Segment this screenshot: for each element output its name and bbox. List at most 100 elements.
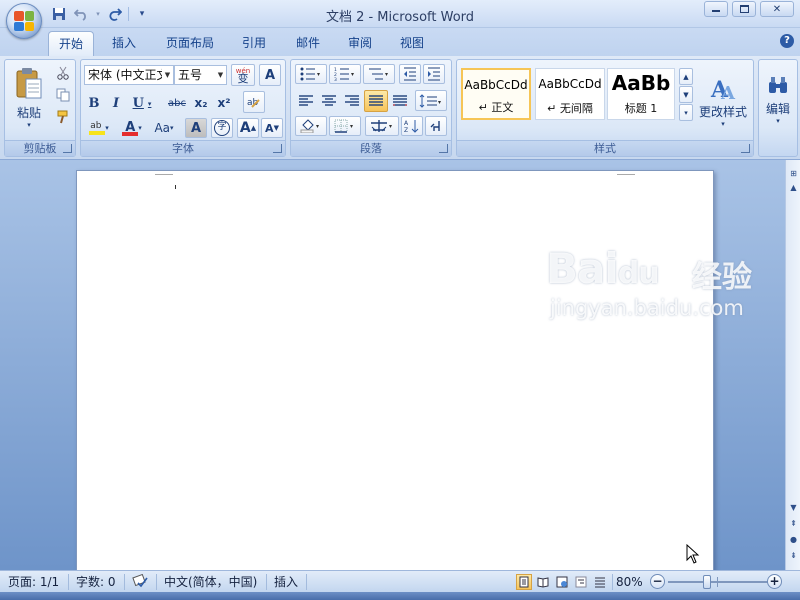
ribbon: 粘贴 ▾ 剪贴板 宋体 (中文正文 ▼ 五号 ▼ wén 变 A B I U ▾… (0, 56, 800, 160)
outline-view-icon[interactable] (573, 574, 589, 590)
align-right-button[interactable] (341, 91, 363, 111)
status-page[interactable]: 页面: 1/1 (8, 574, 59, 590)
styles-scroll-down[interactable]: ▼ (679, 86, 693, 103)
grow-font-button[interactable]: A ▲ (237, 118, 259, 138)
browse-object-icon[interactable]: ● (788, 534, 799, 546)
document-page[interactable] (76, 170, 714, 570)
full-screen-reading-view-icon[interactable] (535, 574, 551, 590)
help-icon[interactable]: ? (780, 34, 794, 48)
shading-button[interactable]: ▾ (295, 116, 327, 136)
style-name: ↵ 正文 (478, 101, 514, 114)
svg-text:▾: ▾ (351, 71, 354, 78)
editing-button[interactable]: 编辑 ▾ (761, 62, 795, 138)
tab-mailings[interactable]: 邮件 (286, 31, 330, 56)
office-button[interactable] (6, 3, 42, 39)
text-cursor (175, 185, 176, 189)
paragraph-launcher-icon[interactable] (439, 144, 448, 153)
print-layout-view-icon[interactable] (516, 574, 532, 590)
align-left-button[interactable] (295, 91, 317, 111)
zoom-out-button[interactable]: − (650, 574, 665, 589)
zoom-slider-thumb[interactable] (702, 575, 711, 589)
styles-launcher-icon[interactable] (741, 144, 750, 153)
status-language[interactable]: 中文(简体，中国) (164, 574, 257, 590)
close-button[interactable]: ✕ (760, 1, 794, 17)
scroll-up-icon[interactable]: ▲ (788, 182, 799, 194)
tab-page-layout[interactable]: 页面布局 (156, 31, 224, 56)
zoom-level[interactable]: 80% (616, 574, 643, 590)
paste-button[interactable]: 粘贴 ▾ (7, 62, 51, 134)
tab-references[interactable]: 引用 (232, 31, 276, 56)
font-name-combo[interactable]: 宋体 (中文正文 ▼ (84, 65, 174, 85)
zoom-in-button[interactable]: + (767, 574, 782, 589)
minimize-button[interactable] (704, 1, 728, 17)
copy-button[interactable] (53, 86, 73, 104)
multilevel-list-button[interactable]: ▾ (363, 64, 395, 84)
format-painter-button[interactable] (53, 108, 73, 126)
tab-insert[interactable]: 插入 (102, 31, 146, 56)
highlight-button[interactable]: ab ▾ (84, 118, 114, 138)
minus-icon: − (652, 574, 663, 588)
ruler-toggle-icon[interactable]: ⊞ (788, 168, 799, 180)
style-sample: AaBb (611, 71, 671, 95)
styles-more[interactable]: ▾ (679, 104, 693, 121)
font-launcher-icon[interactable] (273, 144, 282, 153)
change-case-button[interactable]: Aa ▾ (149, 118, 179, 138)
line-spacing-button[interactable]: ▾ (415, 90, 447, 111)
style-item-normal[interactable]: AaBbCcDd ↵ 正文 (461, 68, 531, 120)
align-left-icon (299, 95, 313, 106)
cut-button[interactable] (53, 64, 73, 82)
bold-button[interactable]: B (84, 93, 104, 113)
tab-review[interactable]: 审阅 (338, 31, 382, 56)
clear-formatting-button[interactable]: A (259, 64, 281, 86)
underline-button[interactable]: U ▾ (129, 93, 155, 113)
zoom-slider[interactable] (668, 575, 768, 589)
decrease-indent-button[interactable] (399, 64, 421, 84)
chevron-down-icon: ▾ (147, 98, 152, 108)
draft-view-icon[interactable] (592, 574, 608, 590)
vertical-scrollbar[interactable]: ⊞ ▲ ▼ ⇞ ● ⇟ (785, 160, 800, 570)
numbering-button[interactable]: 1 2 3 ▾ (329, 64, 361, 84)
enclose-characters-button[interactable]: 字 (211, 118, 233, 138)
clipboard-launcher-icon[interactable] (63, 144, 72, 153)
strikethrough-button[interactable]: abc (165, 93, 189, 113)
align-center-button[interactable] (318, 91, 340, 111)
tab-home[interactable]: 开始 (48, 31, 95, 56)
change-case-icon[interactable]: ab (243, 91, 265, 113)
font-color-button[interactable]: A ▾ (118, 118, 146, 138)
bullets-icon: ▾ (300, 67, 320, 81)
web-layout-view-icon[interactable] (554, 574, 570, 590)
shrink-font-button[interactable]: A ▼ (261, 118, 283, 138)
chinese-layout-button[interactable]: ▾ (365, 116, 399, 136)
char-shading-button[interactable]: A (185, 118, 207, 138)
phonetic-guide-button[interactable]: wén 变 (231, 64, 255, 86)
proofing-icon[interactable] (132, 573, 148, 590)
font-size-combo[interactable]: 五号 ▼ (174, 65, 227, 85)
status-word-count[interactable]: 字数: 0 (76, 574, 116, 590)
increase-indent-button[interactable] (423, 64, 445, 84)
distributed-button[interactable] (389, 91, 411, 111)
highlight-icon: ab (89, 121, 106, 135)
next-page-icon[interactable]: ⇟ (788, 550, 799, 562)
font-group: 宋体 (中文正文 ▼ 五号 ▼ wén 变 A B I U ▾ abc x₂ x²… (80, 59, 286, 157)
styles-scroll-up[interactable]: ▲ (679, 68, 693, 85)
previous-page-icon[interactable]: ⇞ (788, 518, 799, 530)
restore-button[interactable] (732, 1, 756, 17)
office-logo-icon (14, 11, 34, 31)
scroll-down-icon[interactable]: ▼ (788, 502, 799, 514)
ribbon-tabs: 开始 插入 页面布局 引用 邮件 审阅 视图 ? (0, 28, 800, 56)
subscript-button[interactable]: x₂ (191, 93, 211, 113)
style-item-heading-1[interactable]: AaBb 标题 1 (607, 68, 675, 120)
justify-button[interactable] (364, 90, 388, 112)
status-insert-mode[interactable]: 插入 (274, 574, 298, 590)
italic-button[interactable]: I (106, 93, 126, 113)
bullets-button[interactable]: ▾ (295, 64, 327, 84)
restore-icon (739, 5, 749, 13)
tab-view[interactable]: 视图 (390, 31, 434, 56)
borders-button[interactable]: ▾ (329, 116, 361, 136)
sort-button[interactable]: AZ (401, 116, 423, 136)
style-item-no-spacing[interactable]: AaBbCcDd ↵ 无间隔 (535, 68, 605, 120)
show-marks-button[interactable] (425, 116, 447, 136)
superscript-button[interactable]: x² (214, 93, 234, 113)
change-styles-button[interactable]: AA 更改样式 ▾ (695, 62, 751, 138)
increase-indent-icon (428, 67, 440, 81)
